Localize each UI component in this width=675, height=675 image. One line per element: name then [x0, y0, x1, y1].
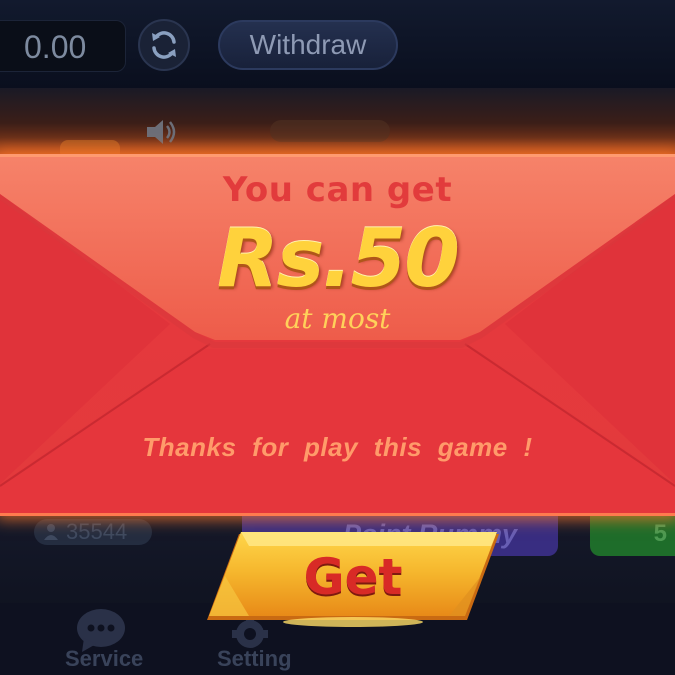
get-button[interactable]: Get [205, 532, 501, 628]
user-icon [44, 524, 58, 540]
balance-display: 0.00 [0, 20, 126, 72]
online-players-count: 35544 [66, 519, 128, 544]
withdraw-button[interactable]: Withdraw [218, 20, 398, 70]
nav-setting-label[interactable]: Setting [217, 646, 292, 672]
nav-service-label[interactable]: Service [65, 646, 143, 672]
bonus-amount: Rs.50 [217, 212, 460, 305]
online-players-badge: 35544 [34, 519, 152, 545]
refresh-icon [152, 31, 176, 59]
get-button-label: Get [303, 548, 403, 606]
bonus-subtitle: at most [284, 302, 391, 335]
refresh-balance-button[interactable] [138, 19, 190, 71]
side-game-tile[interactable]: 5 [590, 512, 675, 556]
bonus-message: Thanks for play this game ! [142, 432, 533, 462]
bonus-title: You can get [222, 170, 453, 210]
